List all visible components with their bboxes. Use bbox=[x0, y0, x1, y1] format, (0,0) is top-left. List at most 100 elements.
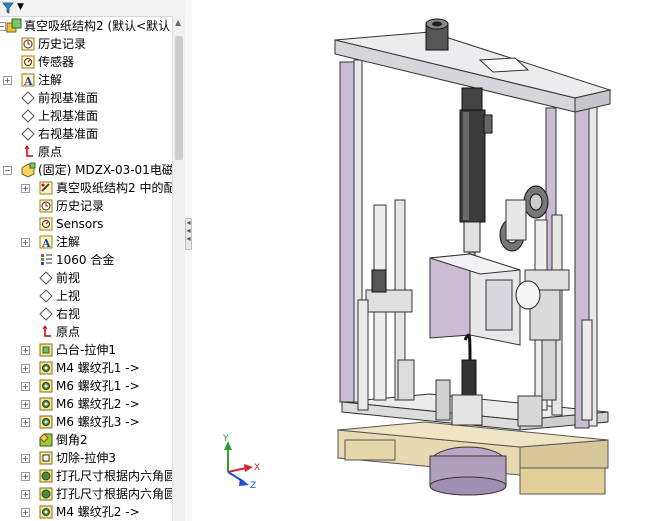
material-icon bbox=[41, 254, 52, 265]
hole-icon bbox=[39, 505, 53, 519]
expand-toggle[interactable]: + bbox=[3, 76, 12, 85]
feature-manager-tree[interactable]: ▼ − 真空吸纸结构2 (默认<默认 历史记录传感器+A注解前视基准面上视基准面… bbox=[0, 0, 186, 521]
tree-scrollbar[interactable]: ▲ bbox=[172, 16, 185, 521]
tree-item-label: 1060 合金 bbox=[56, 253, 115, 267]
tree-item[interactable]: 上视 bbox=[0, 287, 172, 305]
triad-x-label: X bbox=[254, 463, 260, 473]
tree-item-label: 上视 bbox=[56, 289, 81, 303]
vacuum-sensor bbox=[451, 333, 483, 426]
hole-icon bbox=[39, 379, 53, 393]
pane-splitter[interactable]: ◂ ◂ ◂ bbox=[185, 0, 192, 521]
plane-icon bbox=[21, 91, 35, 105]
plane-icon bbox=[39, 307, 53, 321]
tree-item[interactable]: + M4 螺纹孔1 -> bbox=[0, 359, 172, 377]
tree-item[interactable]: 传感器 bbox=[0, 53, 172, 71]
sensor-icon bbox=[21, 55, 35, 69]
tree-item-label: 注解 bbox=[56, 235, 81, 249]
tree-item[interactable]: + M6 螺纹孔2 -> bbox=[0, 395, 172, 413]
expand-toggle[interactable]: + bbox=[21, 238, 30, 247]
tree-item[interactable]: + 打孔尺寸根据内六角圆 bbox=[0, 467, 172, 485]
part-icon bbox=[21, 162, 36, 178]
tree-item[interactable]: 右视 bbox=[0, 305, 172, 323]
tree-item[interactable]: + M6 螺纹孔3 -> bbox=[0, 413, 172, 431]
assembly-model-view[interactable]: Y X Z bbox=[192, 0, 655, 521]
tree-item-label: 历史记录 bbox=[38, 37, 87, 51]
expand-toggle[interactable]: + bbox=[21, 346, 30, 355]
tree-item-label: 真空吸纸结构2 中的配 bbox=[56, 181, 172, 195]
tree-item-label: 注解 bbox=[38, 73, 63, 87]
tree-item-label: 前视 bbox=[56, 271, 81, 285]
tree-item-label: 凸台-拉伸1 bbox=[56, 343, 116, 357]
tree-item-label: (固定) MDZX-03-01电磁 bbox=[38, 163, 172, 177]
expand-toggle[interactable]: + bbox=[21, 184, 30, 193]
expand-toggle[interactable]: + bbox=[21, 400, 30, 409]
tree-item[interactable]: 1060 合金 bbox=[0, 251, 172, 269]
tree-root-assembly[interactable]: − 真空吸纸结构2 (默认<默认 bbox=[0, 17, 172, 35]
tree-item[interactable]: 上视基准面 bbox=[0, 107, 172, 125]
tree-item-label: 右视 bbox=[56, 307, 81, 321]
tree-item[interactable]: + 真空吸纸结构2 中的配 bbox=[0, 179, 172, 197]
hole-wizard-icon bbox=[39, 487, 53, 501]
center-bracket bbox=[429, 253, 521, 346]
tree-item-label: 原点 bbox=[38, 145, 63, 159]
annotation-icon: A bbox=[39, 235, 53, 250]
plane-icon bbox=[21, 127, 35, 141]
tree-item-label: M4 螺纹孔2 -> bbox=[56, 505, 140, 519]
tree-item-label: M4 螺纹孔1 -> bbox=[56, 361, 140, 375]
tree-item[interactable]: + 切除-拉伸3 bbox=[0, 449, 172, 467]
expand-toggle[interactable]: + bbox=[21, 364, 30, 373]
tree-item-label: 真空吸纸结构2 (默认<默认 bbox=[24, 19, 171, 33]
expand-toggle[interactable]: + bbox=[21, 454, 30, 463]
expand-toggle[interactable]: + bbox=[21, 418, 30, 427]
hole-icon bbox=[39, 397, 53, 411]
scrollbar-thumb[interactable] bbox=[175, 36, 183, 160]
tree-item[interactable]: 历史记录 bbox=[0, 197, 172, 215]
tree-item[interactable]: 前视基准面 bbox=[0, 89, 172, 107]
hole-wizard-icon bbox=[39, 469, 53, 483]
tree-item[interactable]: 原点 bbox=[0, 143, 172, 161]
tree-item-label: 倒角2 bbox=[56, 433, 88, 447]
mates-icon bbox=[39, 181, 53, 195]
tree-item-label: 原点 bbox=[56, 325, 81, 339]
tree-filter-bar[interactable]: ▼ bbox=[0, 0, 185, 17]
chevron-down-icon[interactable]: ▼ bbox=[17, 2, 24, 12]
tree-item[interactable]: + 打孔尺寸根据内六角圆 bbox=[0, 485, 172, 503]
tree-item-label: 打孔尺寸根据内六角圆 bbox=[56, 487, 172, 501]
graphics-viewport[interactable]: Y X Z bbox=[192, 0, 655, 521]
tree-item-label: M6 螺纹孔2 -> bbox=[56, 397, 140, 411]
tree-item[interactable]: 原点 bbox=[0, 323, 172, 341]
tree-item[interactable]: 倒角2 bbox=[0, 431, 172, 449]
tree-item-label: 历史记录 bbox=[56, 199, 105, 213]
expand-toggle[interactable]: + bbox=[21, 490, 30, 499]
svg-text:A: A bbox=[41, 237, 51, 250]
tree-item[interactable]: + 凸台-拉伸1 bbox=[0, 341, 172, 359]
tree-item[interactable]: + M6 螺纹孔1 -> bbox=[0, 377, 172, 395]
plane-icon bbox=[39, 289, 53, 303]
hole-icon bbox=[39, 361, 53, 375]
expand-toggle[interactable]: + bbox=[21, 472, 30, 481]
assembly-icon bbox=[6, 18, 22, 33]
svg-text:A: A bbox=[23, 75, 33, 88]
tree-item[interactable]: 历史记录 bbox=[0, 35, 172, 53]
top-nut bbox=[425, 18, 449, 51]
tree-item[interactable]: + A 注解 bbox=[0, 233, 172, 251]
tree-item[interactable]: + M4 螺纹孔2 -> bbox=[0, 503, 172, 521]
filter-icon[interactable] bbox=[2, 2, 14, 14]
collapse-toggle[interactable]: − bbox=[3, 166, 12, 175]
tree-item-label: 切除-拉伸3 bbox=[56, 451, 116, 465]
tree-item[interactable]: 右视基准面 bbox=[0, 125, 172, 143]
expand-toggle[interactable]: + bbox=[21, 382, 30, 391]
tree-item[interactable]: − (固定) MDZX-03-01电磁 bbox=[0, 161, 172, 179]
tree-item-label: 传感器 bbox=[38, 55, 75, 69]
hole-icon bbox=[39, 415, 53, 429]
plane-icon bbox=[21, 109, 35, 123]
triad-y-label: Y bbox=[222, 434, 229, 444]
scroll-up-arrow[interactable]: ▲ bbox=[175, 18, 181, 27]
right-slider-assembly bbox=[517, 214, 570, 427]
tree-item[interactable]: 前视 bbox=[0, 269, 172, 287]
tree-item[interactable]: Sensors bbox=[0, 215, 172, 233]
collapse-pane-handle[interactable]: ◂ ◂ ◂ bbox=[185, 218, 192, 250]
tree-item[interactable]: + A 注解 bbox=[0, 71, 172, 89]
expand-toggle[interactable]: + bbox=[21, 508, 30, 517]
triad-z-label: Z bbox=[250, 481, 256, 491]
